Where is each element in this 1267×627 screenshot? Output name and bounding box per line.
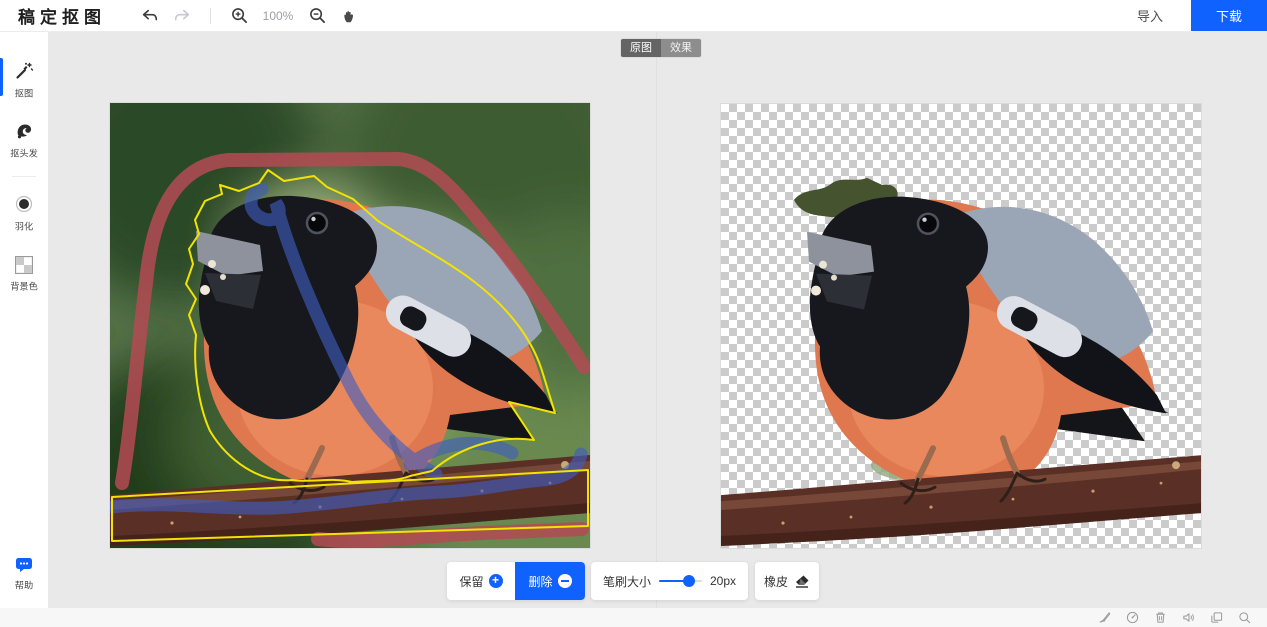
import-button[interactable]: 导入 (1109, 0, 1191, 31)
sidebar-item-cutout-hair[interactable]: 抠头发 (0, 114, 48, 166)
bottom-status-bar (0, 608, 1267, 627)
eraser-label: 橡皮 (763, 574, 788, 589)
sidebar-divider (12, 176, 36, 177)
sidebar-item-label: 羽化 (14, 222, 34, 233)
compare-icon[interactable] (1210, 611, 1223, 624)
brush-size-slider[interactable] (659, 575, 702, 587)
pen-icon[interactable] (1098, 611, 1111, 624)
left-toolbar: 抠图 抠头发 羽化 背景色 帮助 (0, 32, 48, 608)
magic-wand-icon (16, 62, 34, 79)
plus-circle-icon: + (488, 574, 503, 588)
sidebar-item-cutout[interactable]: 抠图 (0, 54, 48, 106)
sound-icon[interactable] (1182, 611, 1195, 624)
redo-icon[interactable] (172, 6, 192, 26)
divider (210, 7, 211, 24)
keep-button[interactable]: 保留 + (447, 562, 515, 600)
feather-icon (15, 195, 33, 213)
sidebar-item-label: 抠头发 (10, 149, 38, 160)
view-tabs: 原图 效果 (621, 39, 701, 57)
zoom-out-icon[interactable] (307, 6, 327, 26)
zoom-level: 100% (262, 8, 294, 23)
sidebar-item-label: 抠图 (14, 89, 34, 100)
tab-effect[interactable]: 效果 (661, 39, 701, 57)
slider-knob[interactable] (683, 575, 696, 587)
undo-icon[interactable] (140, 6, 160, 26)
top-bar: 稿定抠图 100% 导入 下载 (0, 0, 1267, 32)
brush-size-group: 笔刷大小 20px (591, 562, 748, 600)
active-indicator (0, 58, 3, 96)
delete-button[interactable]: 删除 (515, 562, 585, 600)
eraser-icon (796, 575, 809, 588)
zoom-in-icon[interactable] (229, 6, 249, 26)
hair-icon (17, 124, 32, 139)
keep-label: 保留 (459, 574, 484, 589)
minus-circle-icon (557, 574, 572, 588)
tab-original[interactable]: 原图 (621, 39, 661, 57)
gauge-icon[interactable] (1126, 611, 1139, 624)
brush-mode-group: 保留 + 删除 (447, 562, 585, 600)
bgcolor-icon (15, 256, 33, 274)
original-image-panel[interactable] (110, 103, 590, 548)
sidebar-item-background-color[interactable]: 背景色 (0, 249, 48, 299)
brush-size-value: 20px (709, 574, 736, 588)
sidebar-item-label: 背景色 (10, 282, 38, 293)
help-label: 帮助 (14, 581, 34, 592)
search-icon[interactable] (1238, 611, 1251, 624)
trash-icon[interactable] (1154, 611, 1167, 624)
hand-icon[interactable] (339, 6, 359, 26)
eraser-button[interactable]: 橡皮 (755, 562, 819, 600)
annotated-bird-image (110, 103, 590, 548)
app-logo: 稿定抠图 (18, 8, 106, 27)
delete-label: 删除 (528, 574, 553, 589)
help-button[interactable]: 帮助 (0, 550, 48, 598)
result-image-panel[interactable] (721, 104, 1201, 548)
help-bubble-icon (16, 558, 32, 572)
cutout-bird-image (721, 177, 1201, 548)
brush-size-label: 笔刷大小 (603, 574, 652, 589)
download-button[interactable]: 下载 (1191, 0, 1267, 31)
sidebar-item-feather[interactable]: 羽化 (0, 187, 48, 239)
panel-divider (656, 32, 657, 608)
